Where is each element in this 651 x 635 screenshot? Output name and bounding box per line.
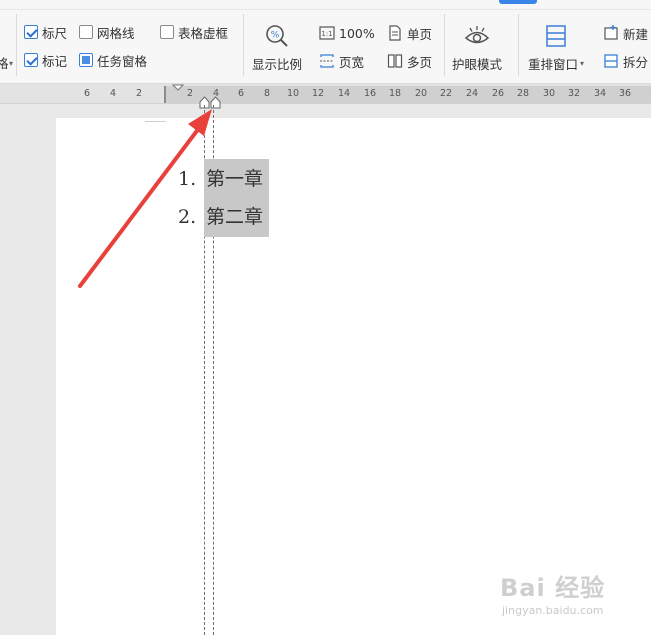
ruler-tick-label: 14 xyxy=(337,88,351,99)
ruler-tick-label: 20 xyxy=(414,88,428,99)
list-number: 2. xyxy=(178,206,197,228)
page-width-label: 页宽 xyxy=(339,54,365,70)
group-separator xyxy=(16,14,17,76)
list-item[interactable]: 1. 第一章 xyxy=(178,159,270,199)
watermark-main-text: Bai 经验 xyxy=(500,574,606,602)
watermark-url-text: jingyan.baidu.com xyxy=(502,604,604,617)
table-gridlines-checkbox[interactable]: 表格虚框 xyxy=(160,22,228,42)
list-item-text[interactable]: 第一章 xyxy=(204,159,270,199)
active-tab-indicator xyxy=(499,0,537,4)
ruler-tick-label: 22 xyxy=(439,88,453,99)
page-width-button[interactable]: 页宽 xyxy=(319,51,364,71)
split-window-label: 拆分 xyxy=(623,54,649,70)
document-page[interactable] xyxy=(56,118,651,635)
list-item-text[interactable]: 第二章 xyxy=(204,197,270,237)
ruler-tick-label: 24 xyxy=(465,88,479,99)
arrange-windows-label-row: 重排窗口 ▾ xyxy=(528,54,584,73)
arrange-windows-icon xyxy=(542,22,570,50)
ruler-tick-label: 2 xyxy=(135,88,143,99)
table-gridlines-checkbox-label: 表格虚框 xyxy=(178,25,229,41)
multi-page-label: 多页 xyxy=(407,54,433,70)
split-window-icon xyxy=(603,53,619,69)
ruler-checkbox[interactable]: 标尺 xyxy=(24,22,67,42)
arrange-windows-button[interactable]: 重排窗口 ▾ xyxy=(528,22,584,73)
ruler-tick-label: 8 xyxy=(263,88,271,99)
zoom-100-button[interactable]: 1:1 100% xyxy=(319,23,375,43)
ruler-tick-label: 30 xyxy=(542,88,556,99)
ruler-tick-label: 6 xyxy=(83,88,91,99)
svg-text:1:1: 1:1 xyxy=(321,30,332,38)
checkbox-filled-icon xyxy=(79,53,93,67)
split-window-button[interactable]: 拆分 xyxy=(603,51,648,71)
ruler-tick-label: 10 xyxy=(286,88,300,99)
multi-page-icon xyxy=(387,53,403,69)
first-line-indent-marker-icon[interactable] xyxy=(172,84,184,92)
ruler-tick-label: 2 xyxy=(186,88,194,99)
ruler-tick-label: 36 xyxy=(618,88,632,99)
gridlines-checkbox[interactable]: 网格线 xyxy=(79,22,135,42)
task-pane-checkbox[interactable]: 任务窗格 xyxy=(79,50,147,70)
list-item[interactable]: 2. 第二章 xyxy=(178,197,270,237)
svg-text:%: % xyxy=(271,31,280,41)
eye-icon xyxy=(463,22,491,50)
new-window-icon xyxy=(603,25,619,41)
marks-checkbox-label: 标记 xyxy=(42,53,68,69)
ruler-tick-label: 34 xyxy=(593,88,607,99)
single-page-label: 单页 xyxy=(407,26,433,42)
ruler-tick-label: 18 xyxy=(388,88,402,99)
group-separator xyxy=(444,14,445,76)
margin-corner-mark xyxy=(145,118,166,122)
zoom-magnifier-icon: % xyxy=(263,22,291,50)
gridlines-checkbox-label: 网格线 xyxy=(97,25,135,41)
task-pane-checkbox-label: 任务窗格 xyxy=(97,53,148,69)
single-page-button[interactable]: 单页 xyxy=(387,23,432,43)
ruler-tick-label: 4 xyxy=(109,88,117,99)
multi-page-button[interactable]: 多页 xyxy=(387,51,432,71)
eye-protection-button[interactable]: 护眼模式 xyxy=(452,22,502,73)
group-separator xyxy=(518,14,519,76)
ruler-tick-label: 6 xyxy=(237,88,245,99)
ruler-tick-label: 16 xyxy=(363,88,377,99)
zoom-button[interactable]: % 显示比例 xyxy=(252,22,302,73)
ruler-tick-label: 12 xyxy=(311,88,325,99)
group-separator xyxy=(243,14,244,76)
ruler-tick-label: 32 xyxy=(567,88,581,99)
single-page-icon xyxy=(387,25,403,41)
ruler-tick-label: 26 xyxy=(491,88,505,99)
checkbox-unchecked-icon xyxy=(79,25,93,39)
zoom-100-label: 100% xyxy=(339,25,375,41)
page-width-icon xyxy=(319,53,335,69)
new-window-label: 新建 xyxy=(623,26,649,42)
chevron-down-icon: ▾ xyxy=(580,59,585,68)
eye-protection-label: 护眼模式 xyxy=(452,57,503,72)
baidu-jingyan-watermark: Bai 经验 jingyan.baidu.com xyxy=(500,568,645,628)
hanging-indent-marker-icon[interactable] xyxy=(199,95,223,109)
ruler-tick-label: 28 xyxy=(516,88,530,99)
marks-checkbox[interactable]: 标记 xyxy=(24,50,67,70)
chevron-down-icon[interactable]: ▾ xyxy=(9,59,13,68)
ribbon-toolbar: 格 ▾ 标尺 网格线 表格虚框 标记 任务窗格 % 显示比例 1:1 100% … xyxy=(0,0,651,84)
new-window-button[interactable]: 新建 xyxy=(603,23,648,43)
checkbox-checked-icon xyxy=(24,53,38,67)
ruler-checkbox-label: 标尺 xyxy=(42,25,68,41)
list-number: 1. xyxy=(178,168,197,190)
checkbox-checked-icon xyxy=(24,25,38,39)
ruler-margin-boundary[interactable] xyxy=(164,86,166,103)
zoom-button-label: 显示比例 xyxy=(252,57,303,72)
arrange-windows-label: 重排窗口 xyxy=(528,57,579,72)
ribbon-tab-strip xyxy=(0,0,651,10)
partial-group-label: 格 xyxy=(0,56,9,71)
checkbox-unchecked-icon xyxy=(160,25,174,39)
one-to-one-icon: 1:1 xyxy=(319,25,335,41)
